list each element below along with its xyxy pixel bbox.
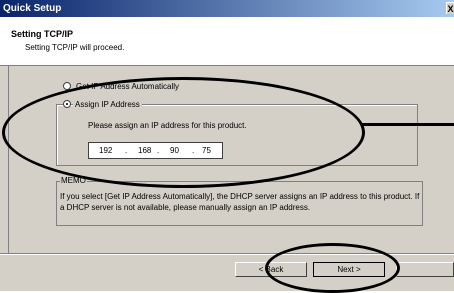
memo-box: MEMO If you select [Get IP Address Autom…	[56, 176, 423, 226]
close-button[interactable]: X	[446, 2, 454, 14]
title-bar: Quick Setup X	[0, 0, 454, 17]
window-title: Quick Setup	[3, 3, 62, 14]
annotation-ellipse	[2, 77, 365, 188]
page-title: Setting TCP/IP	[11, 29, 74, 39]
annotation-ellipse-next	[265, 243, 400, 293]
dialog-header: Setting TCP/IP Setting TCP/IP will proce…	[0, 17, 454, 66]
annotation-line	[361, 123, 454, 126]
page-subtitle: Setting TCP/IP will proceed.	[25, 43, 125, 52]
cancel-button[interactable]	[396, 262, 454, 277]
memo-text: If you select [Get IP Address Automatica…	[60, 192, 420, 212]
